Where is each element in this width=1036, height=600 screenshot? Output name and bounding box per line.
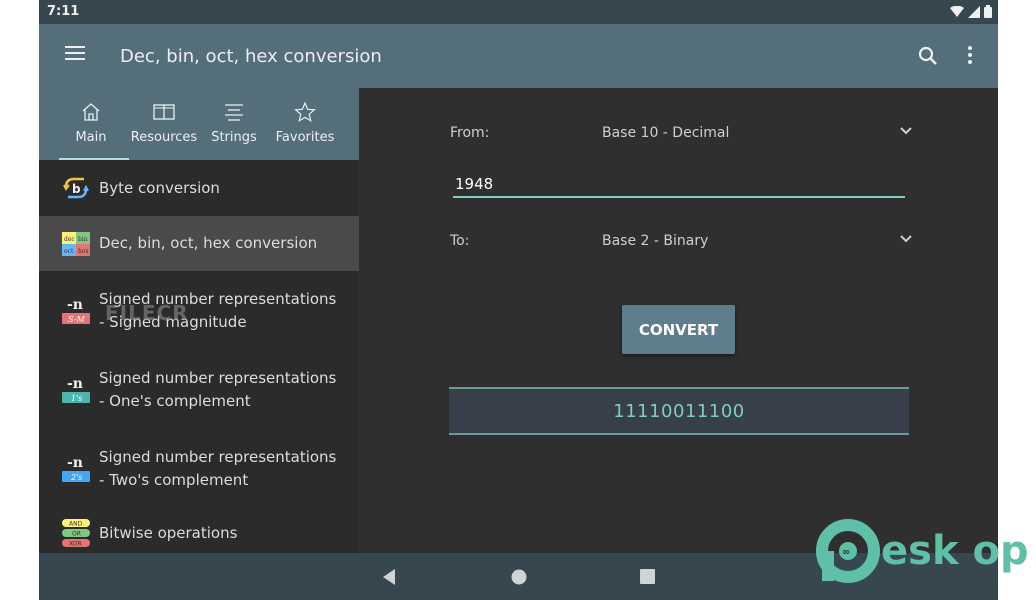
- more-options-button[interactable]: [966, 46, 974, 67]
- item-sublabel: - One's complement: [99, 391, 251, 410]
- result-value: 11110011100: [613, 400, 745, 422]
- svg-text:dec: dec: [64, 236, 75, 243]
- list-item-byte-conversion[interactable]: b Byte conversion: [39, 160, 359, 216]
- svg-text:-n: -n: [67, 297, 83, 313]
- list-item-bitwise-operations[interactable]: AND OR XOR Bitwise operations: [39, 508, 359, 553]
- tab-main[interactable]: Main: [53, 88, 129, 160]
- app-title: Dec, bin, oct, hex conversion: [120, 46, 382, 67]
- item-label: Dec, bin, oct, hex conversion: [99, 234, 318, 252]
- star-icon: [294, 101, 316, 123]
- item-label: Signed number representations: [99, 447, 337, 466]
- navigation-bar: [39, 553, 998, 600]
- tab-favorites[interactable]: Favorites: [269, 88, 341, 160]
- svg-text:XOR: XOR: [69, 541, 82, 548]
- number-input[interactable]: [453, 172, 905, 198]
- tab-label: Resources: [130, 130, 198, 145]
- back-button[interactable]: [383, 569, 397, 589]
- dec-bin-oct-hex-icon: dec bin oct hex: [53, 231, 99, 256]
- convert-button[interactable]: CONVERT: [622, 305, 735, 354]
- item-sublabel: - Two's complement: [99, 470, 249, 489]
- to-label: To:: [450, 233, 470, 249]
- back-triangle-icon: [383, 569, 395, 585]
- result-output: 11110011100: [449, 387, 909, 435]
- item-label: Byte conversion: [99, 178, 220, 197]
- svg-text:b: b: [72, 182, 81, 196]
- to-base-value: Base 2 - Binary: [602, 233, 709, 249]
- battery-icon: [984, 5, 992, 18]
- svg-text:hex: hex: [78, 248, 89, 255]
- tab-label: Favorites: [275, 130, 335, 145]
- chevron-down-icon: [900, 127, 912, 135]
- tab-resources[interactable]: Resources: [129, 88, 199, 160]
- text-align-icon: [225, 104, 243, 121]
- item-label: Signed number representations: [99, 289, 337, 308]
- from-base-value: Base 10 - Decimal: [602, 125, 730, 141]
- signed-magnitude-icon: -n S-M: [53, 296, 99, 326]
- device-screen: 7:11 Dec, bin, oct, hex conversion Main: [39, 0, 998, 600]
- item-sublabel: - Signed magnitude: [99, 312, 247, 331]
- app-bar: Dec, bin, oct, hex conversion: [39, 24, 998, 88]
- more-vert-icon: [968, 46, 972, 50]
- from-label: From:: [450, 125, 490, 141]
- status-icons: [950, 5, 992, 18]
- svg-text:AND: AND: [69, 521, 83, 528]
- home-button[interactable]: [511, 569, 527, 589]
- list-item-signed-magnitude[interactable]: -n S-M Signed number representations - Si…: [39, 271, 359, 350]
- status-time: 7:11: [47, 4, 80, 19]
- svg-text:OR: OR: [72, 531, 81, 538]
- hamburger-icon: [65, 46, 85, 48]
- tab-label: Main: [75, 130, 107, 145]
- menu-button[interactable]: [65, 46, 85, 62]
- byte-conversion-icon: b: [53, 175, 99, 201]
- recents-square-icon: [640, 569, 655, 584]
- sidebar: Main Resources Strings Favorites b Byte …: [39, 88, 359, 553]
- svg-text:oct: oct: [64, 248, 74, 255]
- list-item-ones-complement[interactable]: -n 1's Signed number representations - On…: [39, 350, 359, 429]
- list-item-dec-bin-oct-hex[interactable]: dec bin oct hex Dec, bin, oct, hex conversi…: [39, 216, 359, 271]
- search-button[interactable]: [918, 46, 938, 70]
- search-icon: [918, 46, 937, 65]
- to-base-select[interactable]: Base 2 - Binary: [602, 233, 912, 249]
- converter-panel: From: Base 10 - Decimal To: Base 2 - Bin…: [359, 88, 998, 553]
- ones-complement-icon: -n 1's: [53, 375, 99, 405]
- svg-text:-n: -n: [67, 455, 83, 471]
- home-icon: [82, 103, 100, 121]
- bitwise-operations-icon: AND OR XOR: [53, 518, 99, 548]
- chevron-down-icon: [900, 235, 912, 243]
- item-label: Bitwise operations: [99, 523, 238, 542]
- svg-text:bin: bin: [78, 236, 88, 243]
- tab-bar: Main Resources Strings Favorites: [39, 88, 359, 160]
- item-label: Signed number representations: [99, 368, 337, 387]
- svg-text:-n: -n: [67, 376, 83, 392]
- svg-text:1's: 1's: [71, 394, 82, 403]
- tab-strings[interactable]: Strings: [199, 88, 269, 160]
- twos-complement-icon: -n 2's: [53, 454, 99, 484]
- home-circle-icon: [511, 569, 527, 585]
- recents-button[interactable]: [640, 569, 655, 588]
- list-item-twos-complement[interactable]: -n 2's Signed number representations - Tw…: [39, 429, 359, 508]
- signal-icon: [968, 5, 980, 18]
- tab-label: Strings: [211, 130, 257, 145]
- svg-text:S-M: S-M: [68, 315, 85, 324]
- svg-text:2's: 2's: [70, 473, 82, 482]
- status-bar: 7:11: [39, 0, 998, 24]
- wifi-icon: [950, 5, 964, 17]
- book-icon: [153, 104, 175, 120]
- from-base-select[interactable]: Base 10 - Decimal: [602, 125, 912, 141]
